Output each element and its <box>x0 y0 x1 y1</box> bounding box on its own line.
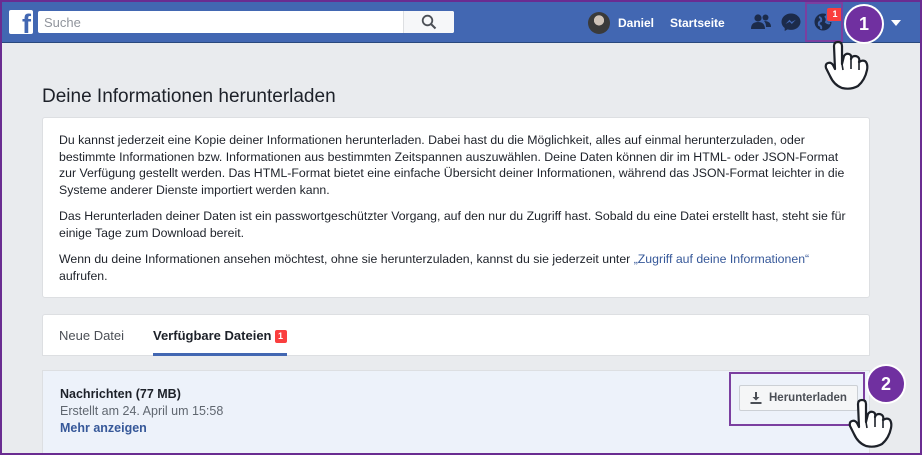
info-paragraph-3: Wenn du deine Informationen ansehen möch… <box>59 251 853 284</box>
show-more-link[interactable]: Mehr anzeigen <box>60 421 147 435</box>
tab-new-file[interactable]: Neue Datei <box>59 315 124 356</box>
file-tabs: Neue Datei Verfügbare Dateien 1 <box>42 314 870 356</box>
info-paragraph-3-end: aufrufen. <box>59 268 108 283</box>
nav-home-link[interactable]: Startseite <box>670 16 725 30</box>
search-box <box>38 11 454 33</box>
file-name: Nachrichten (77 MB) <box>60 387 181 401</box>
info-paragraph-3-start: Wenn du deine Informationen ansehen möch… <box>59 252 634 266</box>
tab-available-files-label: Verfügbare Dateien <box>153 328 272 343</box>
access-your-information-link[interactable]: „Zugriff auf deine Informationen“ <box>634 252 809 266</box>
messenger-icon[interactable] <box>780 12 802 32</box>
info-paragraph-1: Du kannst jederzeit eine Kopie deiner In… <box>59 133 845 197</box>
friends-icon[interactable] <box>750 12 772 32</box>
file-created-date: Erstellt am 24. April um 15:58 <box>60 404 224 418</box>
page-title: Deine Informationen herunterladen <box>42 86 336 107</box>
hand-pointer-icon <box>824 40 869 90</box>
tab-badge: 1 <box>274 330 287 343</box>
tab-new-file-label: Neue Datei <box>59 328 125 343</box>
top-navigation-bar: f Daniel Startseite <box>2 2 920 43</box>
step-marker-1: 1 <box>844 4 884 44</box>
notification-highlight <box>805 2 843 42</box>
tab-available-files[interactable]: Verfügbare Dateien 1 <box>153 315 287 356</box>
search-input[interactable] <box>38 11 420 33</box>
nav-user-name: Daniel <box>618 16 655 30</box>
hand-pointer-icon <box>848 398 893 448</box>
download-button[interactable]: Herunterladen <box>739 385 858 411</box>
facebook-logo-icon[interactable]: f <box>9 10 33 34</box>
info-paragraph-2: Das Herunterladen deiner Daten ist ein p… <box>59 209 846 240</box>
search-icon <box>421 14 437 30</box>
info-card: Du kannst jederzeit eine Kopie deiner In… <box>42 117 870 298</box>
download-icon <box>750 392 762 404</box>
avatar <box>588 12 610 34</box>
search-button[interactable] <box>403 11 454 33</box>
download-button-label: Herunterladen <box>769 392 847 404</box>
caret-down-icon[interactable] <box>891 20 901 26</box>
screenshot-frame: f Daniel Startseite <box>0 0 922 455</box>
